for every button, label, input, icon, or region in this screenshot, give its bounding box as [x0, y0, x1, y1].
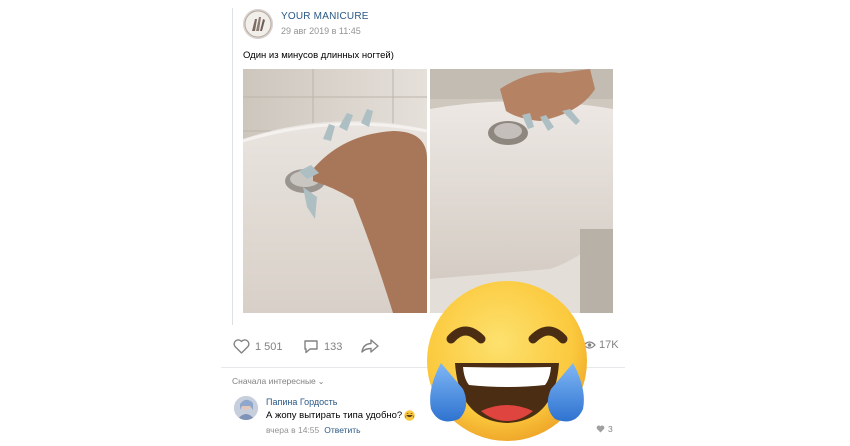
comment-button[interactable]: 133 — [303, 339, 342, 354]
share-button[interactable] — [361, 339, 379, 353]
repost-line — [232, 8, 233, 325]
heart-icon — [596, 425, 605, 433]
comment-like-button[interactable]: 3 — [596, 424, 613, 434]
views-count: 17K — [599, 339, 619, 351]
comment-meta: вчера в 14:55 Ответить — [266, 425, 361, 435]
comment-likes-count: 3 — [608, 424, 613, 434]
comment-avatar[interactable] — [234, 396, 258, 420]
comment-text: А жопу вытирать типа удобно? — [266, 410, 415, 421]
author-avatar[interactable] — [243, 9, 273, 39]
post-caption: Один из минусов длинных ногтей) — [243, 50, 394, 61]
comment-text-body: А жопу вытирать типа удобно? — [266, 410, 403, 421]
post-photo-1[interactable] — [243, 69, 427, 313]
post-author[interactable]: YOUR MANICURE — [281, 11, 369, 22]
heart-icon — [233, 339, 250, 354]
reply-button[interactable]: Ответить — [324, 425, 360, 435]
like-button[interactable]: 1 501 — [233, 339, 283, 354]
post-date[interactable]: 29 авг 2019 в 11:45 — [281, 26, 361, 36]
comments-sort-toggle[interactable]: Сначала интересные ⌄ — [232, 376, 324, 386]
chevron-down-icon: ⌄ — [317, 377, 325, 386]
comments-count: 133 — [324, 340, 343, 353]
laughing-emoji-icon — [404, 410, 415, 421]
share-icon — [361, 339, 379, 353]
likes-count: 1 501 — [255, 340, 283, 353]
sort-label: Сначала интересные — [232, 376, 316, 386]
comment-time[interactable]: вчера в 14:55 — [266, 425, 319, 435]
comment-author[interactable]: Папина Гордость — [266, 397, 338, 407]
comment-icon — [304, 340, 318, 354]
laughing-emoji-icon — [427, 281, 587, 441]
